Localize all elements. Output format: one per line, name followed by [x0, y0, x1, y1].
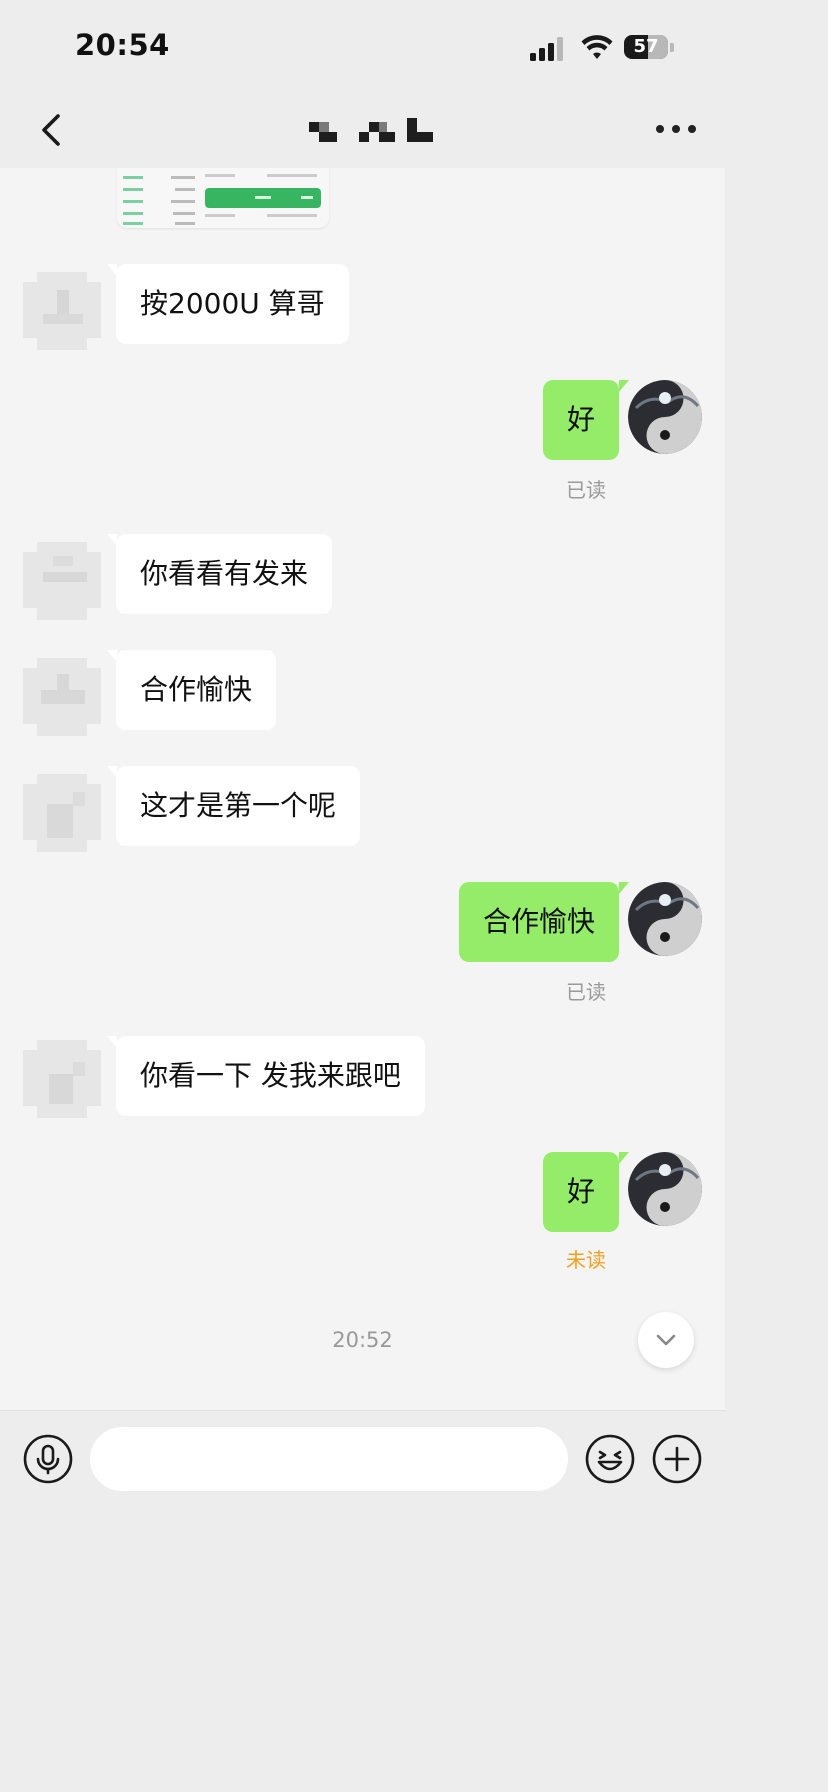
- user-avatar-yinyang[interactable]: [628, 1152, 702, 1226]
- message-bubble-received[interactable]: 这才是第一个呢: [106, 766, 361, 846]
- message-input[interactable]: [90, 1427, 568, 1491]
- message-text: 好: [566, 1175, 595, 1208]
- message-timestamp: 20:52: [332, 1328, 393, 1352]
- message-row: 这才是第一个呢: [0, 766, 725, 856]
- battery-level: 57: [633, 36, 659, 57]
- read-receipt: 已读: [566, 980, 606, 1004]
- image-message-thumbnail[interactable]: [117, 168, 329, 228]
- chat-header: [0, 90, 725, 168]
- message-text: 合作愉快: [482, 905, 595, 938]
- microphone-icon[interactable]: [23, 1434, 73, 1484]
- message-row: 好 已读: [0, 380, 725, 502]
- more-options-button[interactable]: [652, 122, 700, 136]
- thumbnail-green-bar: [205, 188, 321, 208]
- battery-icon: 57: [624, 33, 676, 61]
- contact-avatar[interactable]: [23, 658, 101, 736]
- read-receipt: 已读: [566, 478, 606, 502]
- message-row: 合作愉快 已读: [0, 882, 725, 1004]
- contact-avatar[interactable]: [23, 272, 101, 350]
- message-bubble-received[interactable]: 你看看有发来: [106, 534, 333, 614]
- contact-avatar[interactable]: [23, 774, 101, 852]
- message-row: 合作愉快: [0, 650, 725, 740]
- smiley-icon[interactable]: [585, 1434, 635, 1484]
- message-bubble-sent[interactable]: 合作愉快: [458, 882, 630, 962]
- cellular-signal-icon: [530, 37, 563, 61]
- user-avatar-yinyang[interactable]: [628, 380, 702, 454]
- message-list[interactable]: 按2000U 算哥 好 已读 你看看有发来 合作愉快 这才是第一个呢 合作愉快 …: [0, 168, 725, 1410]
- chat-title: [305, 118, 435, 142]
- wifi-icon: [581, 35, 613, 59]
- message-row: 按2000U 算哥: [0, 264, 725, 354]
- chevron-left-icon[interactable]: [32, 110, 72, 150]
- status-time: 20:54: [75, 28, 170, 62]
- message-row: 你看一下 发我来跟吧: [0, 1036, 725, 1126]
- chevron-down-icon: [656, 1334, 676, 1346]
- contact-avatar[interactable]: [23, 542, 101, 620]
- message-text: 按2000U 算哥: [140, 287, 325, 320]
- message-bubble-sent[interactable]: 好: [542, 1152, 630, 1232]
- message-text: 你看看有发来: [140, 557, 309, 590]
- message-row: 你看看有发来: [0, 534, 725, 624]
- contact-avatar[interactable]: [23, 1040, 101, 1118]
- message-text: 合作愉快: [140, 673, 253, 706]
- plus-circle-icon[interactable]: [652, 1434, 702, 1484]
- status-bar: 20:54 57: [0, 0, 725, 90]
- message-text: 你看一下 发我来跟吧: [140, 1059, 401, 1092]
- user-avatar-yinyang[interactable]: [628, 882, 702, 956]
- message-bubble-sent[interactable]: 好: [542, 380, 630, 460]
- message-row: 好 未读: [0, 1152, 725, 1272]
- unread-receipt: 未读: [566, 1248, 606, 1272]
- input-bar: [0, 1410, 725, 1569]
- message-bubble-received[interactable]: 按2000U 算哥: [107, 264, 349, 344]
- message-bubble-received[interactable]: 你看一下 发我来跟吧: [107, 1036, 425, 1116]
- message-bubble-received[interactable]: 合作愉快: [106, 650, 277, 730]
- scroll-to-bottom-button[interactable]: [638, 1312, 694, 1368]
- message-text: 好: [566, 403, 595, 436]
- message-text: 这才是第一个呢: [140, 789, 337, 822]
